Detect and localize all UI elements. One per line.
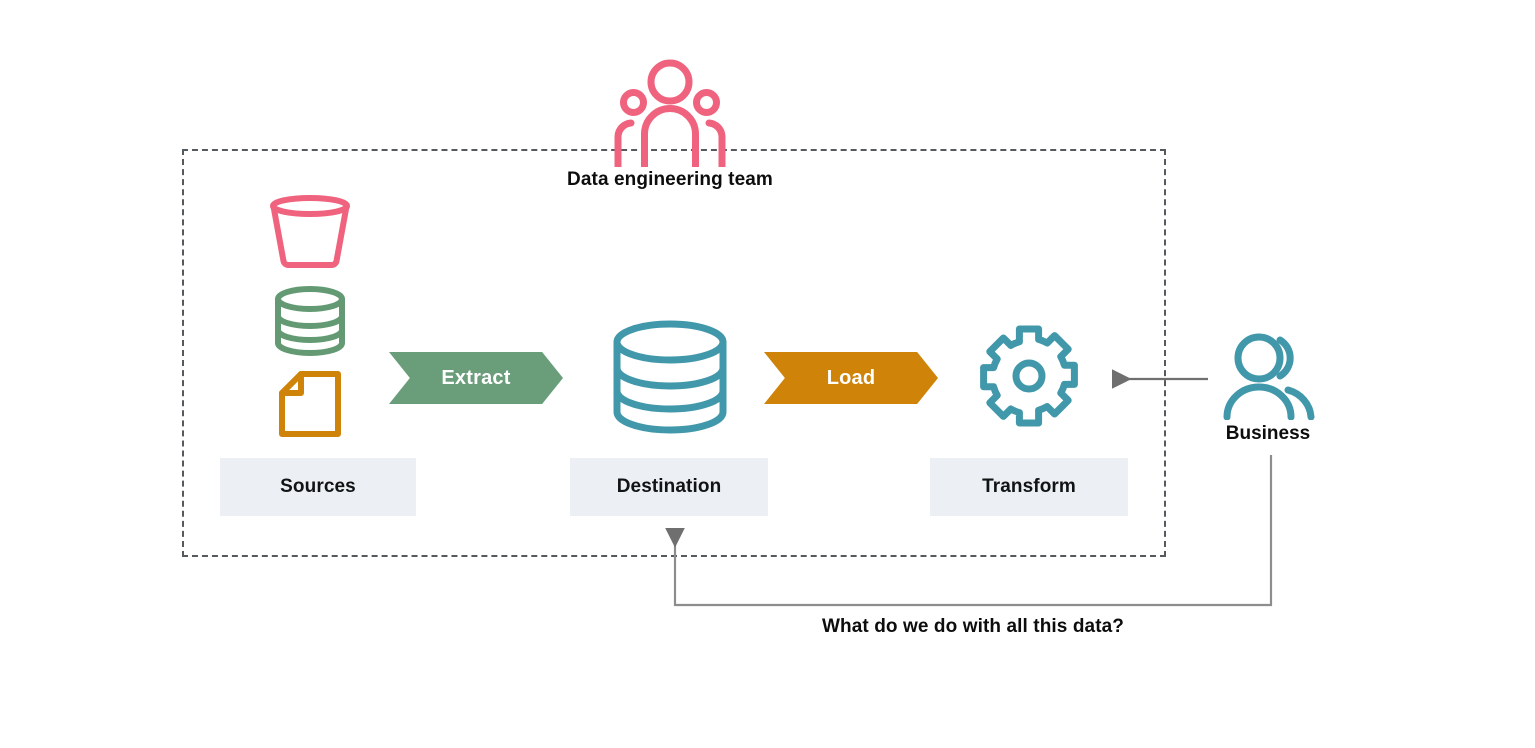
- diagram-title: Data engineering team: [567, 169, 773, 190]
- load-arrow-label: Load: [826, 366, 876, 389]
- stage-box-transform: Transform: [930, 458, 1128, 516]
- business-label: Business: [1225, 423, 1311, 444]
- bucket-icon: [268, 195, 352, 273]
- destination-label: Destination: [616, 476, 722, 497]
- people-group-icon: [614, 57, 726, 171]
- database-icon: [609, 320, 731, 434]
- sources-label: Sources: [280, 476, 356, 497]
- feedback-question-caption: What do we do with all this data?: [821, 616, 1125, 637]
- diagram-canvas: Data engineering team Extract Load Busin…: [0, 0, 1535, 748]
- stage-box-sources: Sources: [220, 458, 416, 516]
- database-icon: [272, 286, 348, 356]
- load-arrow: Load: [764, 352, 938, 404]
- people-icon: [1222, 332, 1316, 421]
- document-icon: [279, 371, 341, 437]
- extract-arrow: Extract: [389, 352, 563, 404]
- transform-label: Transform: [982, 476, 1076, 497]
- stage-box-destination: Destination: [570, 458, 768, 516]
- extract-arrow-label: Extract: [441, 366, 511, 389]
- gear-icon: [976, 322, 1082, 430]
